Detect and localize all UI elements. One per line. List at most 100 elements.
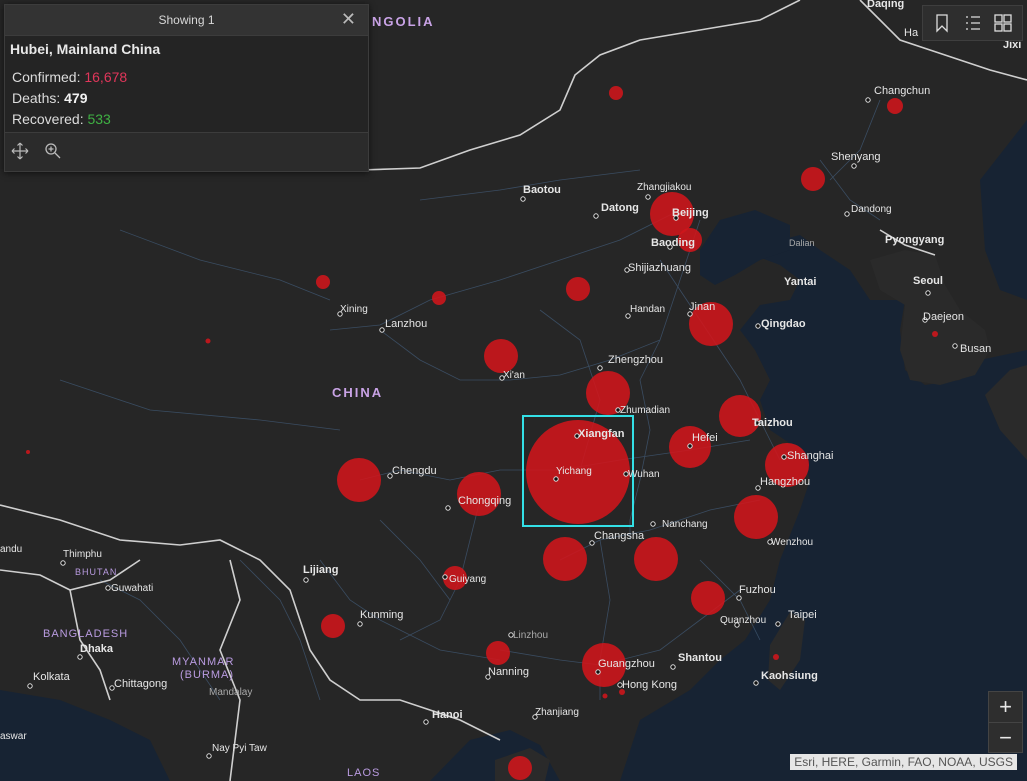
case-circle[interactable] (486, 641, 510, 665)
label-handan: Handan (630, 304, 665, 315)
label-yantai: Yantai (784, 276, 816, 288)
label-dalian: Dalian (789, 238, 815, 248)
label-zhangjiakou: Zhangjiakou (637, 182, 691, 193)
label-zhengzhou: Zhengzhou (608, 354, 663, 366)
popup-title: Hubei, Mainland China (10, 41, 161, 57)
label-andu: andu (0, 544, 22, 555)
legend-list-icon[interactable] (963, 13, 983, 33)
case-circle[interactable] (205, 338, 211, 344)
case-circle[interactable] (457, 472, 501, 516)
label-nanning: Nanning (488, 666, 529, 678)
label-linzhou: Linzhou (513, 630, 548, 641)
label-xiangfan: Xiangfan (578, 428, 625, 440)
label-jinan: Jinan (689, 301, 715, 313)
label-xian: Xi'an (503, 370, 525, 381)
label-taizhou: Taizhou (752, 417, 793, 429)
basemap-gallery-icon[interactable] (993, 13, 1013, 33)
case-circle[interactable] (432, 291, 446, 305)
label-guiyang: Guiyang (449, 574, 486, 585)
label-baoding: Baoding (651, 237, 695, 249)
deaths-row: Deaths: 479 (12, 88, 368, 109)
label-guangzhou: Guangzhou (598, 658, 655, 670)
label-pyongyang: Pyongyang (885, 234, 944, 246)
case-circle[interactable] (734, 495, 778, 539)
label-aswar: aswar (0, 731, 27, 742)
label-guwahati: Guwahati (111, 583, 153, 594)
case-circle[interactable] (932, 331, 938, 337)
label-hanoi: Hanoi (432, 709, 463, 721)
label-thimphu: Thimphu (63, 549, 102, 560)
label-yichang: Yichang (556, 466, 592, 477)
label-bhutan: BHUTAN (75, 567, 117, 577)
case-circle[interactable] (691, 581, 725, 615)
case-circle[interactable] (484, 339, 518, 373)
case-circle[interactable] (602, 693, 608, 699)
close-icon[interactable]: ✕ (341, 10, 356, 28)
case-circle[interactable] (887, 98, 903, 114)
label-chittagong: Chittagong (114, 678, 167, 690)
label-shanghai: Shanghai (787, 450, 834, 462)
case-circle[interactable] (26, 450, 30, 454)
confirmed-value: 16,678 (84, 69, 128, 85)
case-circle[interactable] (543, 537, 587, 581)
zoom-in-button[interactable]: + (989, 692, 1022, 723)
label-shenyang: Shenyang (831, 151, 881, 163)
label-xining: Xining (340, 304, 368, 315)
case-circle[interactable] (566, 277, 590, 301)
label-burma: (BURMA) (180, 669, 234, 681)
recovered-row: Recovered: 533 (12, 109, 368, 130)
label-bangladesh: BANGLADESH (43, 628, 128, 640)
case-circle[interactable] (321, 614, 345, 638)
label-shantou: Shantou (678, 652, 722, 664)
label-myanmar: MYANMAR (172, 656, 234, 668)
label-daqing: Daqing (867, 0, 904, 10)
case-circle[interactable] (508, 756, 532, 780)
label-chengdu: Chengdu (392, 465, 437, 477)
label-beijing: Beijing (672, 207, 709, 219)
deaths-label: Deaths: (12, 90, 61, 106)
label-wuhan: Wuhan (628, 469, 660, 480)
recovered-value: 533 (87, 111, 111, 127)
label-fuzhou: Fuzhou (739, 584, 776, 596)
case-circle[interactable] (609, 86, 623, 100)
zoom-out-button[interactable]: − (989, 723, 1022, 753)
label-mandalay: Mandalay (209, 687, 252, 698)
label-naypyitaw: Nay Pyi Taw (212, 743, 268, 754)
confirmed-row: Confirmed: 16,678 (12, 67, 368, 88)
case-circle[interactable] (719, 395, 761, 437)
feature-popup: Showing 1 ✕ Hubei, Mainland China Confir… (4, 4, 369, 172)
case-circle[interactable] (337, 458, 381, 502)
case-circle[interactable] (316, 275, 330, 289)
bookmark-icon[interactable] (932, 13, 952, 33)
case-circle[interactable] (801, 167, 825, 191)
confirmed-label: Confirmed: (12, 69, 81, 85)
label-dhaka: Dhaka (80, 643, 114, 655)
label-zhanjiang: Zhanjiang (535, 707, 579, 718)
label-ha: Ha (904, 27, 919, 39)
map-attribution: Esri, HERE, Garmin, FAO, NOAA, USGS (790, 754, 1017, 770)
label-chongqing: Chongqing (458, 495, 511, 507)
label-taipei: Taipei (788, 609, 817, 621)
popup-body: Confirmed: 16,678 Deaths: 479 Recovered:… (5, 57, 368, 130)
label-quanzhou: Quanzhou (720, 615, 766, 626)
popup-header: Showing 1 ✕ (5, 5, 368, 36)
label-hangzhou: Hangzhou (760, 476, 810, 488)
label-datong: Datong (601, 202, 639, 214)
label-lanzhou: Lanzhou (385, 318, 427, 330)
label-changchun: Changchun (874, 85, 930, 97)
popup-showing-count: Showing 1 (158, 13, 215, 27)
recovered-label: Recovered: (12, 111, 84, 127)
label-shijiazhuang: Shijiazhuang (628, 262, 691, 274)
zoom-to-icon[interactable] (44, 142, 64, 162)
map-toolbar (922, 5, 1023, 41)
deaths-value: 479 (64, 90, 88, 106)
case-circle[interactable] (773, 654, 779, 660)
label-china: CHINA (332, 385, 383, 400)
label-qingdao: Qingdao (761, 318, 806, 330)
label-hefei: Hefei (692, 432, 718, 444)
label-kunming: Kunming (360, 609, 403, 621)
case-circle[interactable] (634, 537, 678, 581)
pan-to-icon[interactable] (11, 142, 31, 162)
label-mongolia: NGOLIA (372, 14, 435, 29)
label-dandong: Dandong (851, 204, 892, 215)
